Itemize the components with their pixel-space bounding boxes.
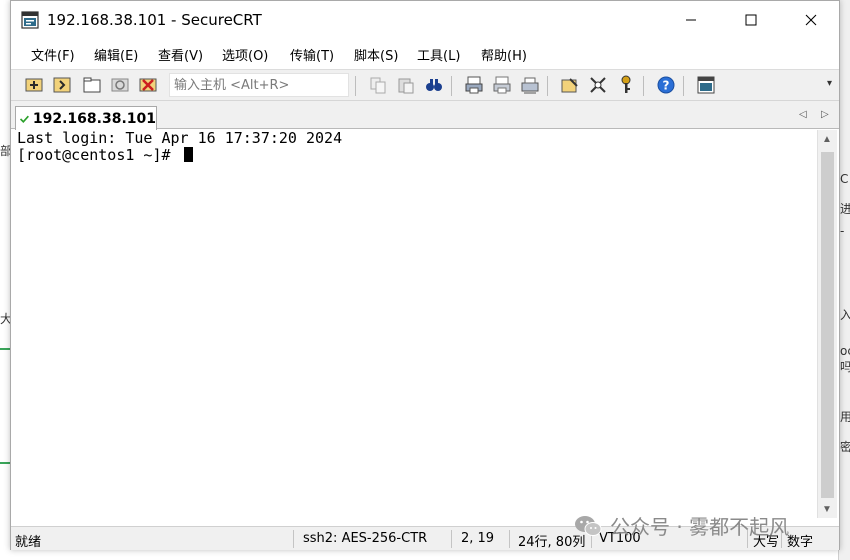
session-tab-label: 192.168.38.101 — [32, 110, 156, 127]
wechat-icon — [575, 515, 602, 536]
reconnect-button[interactable] — [109, 74, 131, 96]
connect-button[interactable] — [23, 74, 45, 96]
connect-tab-button[interactable] — [81, 74, 103, 96]
background-text: 用 — [840, 410, 850, 424]
tab-scroll-right-icon[interactable]: ▷ — [821, 109, 829, 120]
session-options-icon — [561, 78, 578, 93]
menu-transfer[interactable]: 传输(T) — [290, 45, 334, 64]
disconnect-button[interactable] — [137, 74, 159, 96]
toolbar-separator — [355, 76, 356, 96]
print-button[interactable] — [463, 74, 485, 96]
terminal-cursor — [183, 147, 193, 162]
key-button[interactable] — [615, 74, 637, 96]
status-num-lock: 数字 — [787, 535, 814, 550]
close-button[interactable] — [791, 5, 831, 35]
about-button[interactable] — [695, 74, 717, 96]
print-setup-button[interactable] — [519, 74, 541, 96]
watermark: 公众号 · 雾都不起风 — [574, 511, 789, 540]
toolbar-separator — [683, 76, 684, 96]
background-window-left: 部 大 — [0, 0, 12, 560]
terminal-line: Last login: Tue Apr 16 17:37:20 2024 — [17, 130, 342, 147]
securecrt-app-icon — [21, 11, 39, 29]
maximize-button[interactable] — [731, 5, 771, 35]
print-icon — [465, 76, 483, 94]
toolbar-separator — [643, 76, 644, 96]
menu-options[interactable]: 选项(O) — [222, 45, 268, 64]
quick-connect-button[interactable] — [51, 74, 73, 96]
screen: 部 大 C 进 - 入 oc 吗 用 密 192.168.38.101 - Se… — [0, 0, 850, 560]
connected-check-icon — [20, 115, 29, 123]
status-ready: 就绪 — [15, 535, 42, 550]
host-input[interactable] — [169, 73, 349, 97]
terminal-screen[interactable]: Last login: Tue Apr 16 17:37:20 2024 [ro… — [13, 130, 817, 518]
background-text: 入 — [840, 308, 850, 322]
tab-scroll-left-icon[interactable]: ◁ — [799, 109, 807, 120]
print-selection-icon — [493, 76, 511, 94]
background-divider — [0, 348, 10, 350]
scrollbar-thumb[interactable] — [821, 152, 834, 498]
disconnect-icon — [139, 78, 157, 92]
menu-file[interactable]: 文件(F) — [31, 45, 75, 64]
paste-icon — [398, 78, 414, 94]
help-icon: ? — [657, 76, 675, 94]
toolbar-overflow-icon[interactable]: ▾ — [827, 78, 832, 89]
copy-icon — [370, 77, 386, 94]
terminal-line: [root@centos1 ~]# — [17, 147, 193, 164]
find-button[interactable] — [423, 74, 445, 96]
quick-connect-icon — [53, 77, 71, 93]
copy-button[interactable] — [367, 74, 389, 96]
reconnect-icon — [111, 78, 129, 92]
global-options-button[interactable] — [587, 74, 609, 96]
toolbar-separator — [451, 76, 452, 96]
global-options-icon — [590, 77, 606, 93]
menu-script[interactable]: 脚本(S) — [354, 45, 398, 64]
key-icon — [621, 75, 631, 93]
background-text: 进 — [840, 202, 850, 216]
help-button[interactable]: ? — [655, 74, 677, 96]
toolbar-separator — [547, 76, 548, 96]
status-separator — [451, 530, 452, 548]
window-title: 192.168.38.101 - SecureCRT — [47, 11, 262, 29]
session-tab-bar: 192.168.38.101 ◁ ▷ — [11, 101, 839, 130]
status-cursor-position: 2, 19 — [461, 531, 495, 546]
title-bar[interactable]: 192.168.38.101 - SecureCRT — [11, 1, 839, 39]
maximize-icon — [745, 14, 757, 26]
menu-bar: 文件(F) 编辑(E) 查看(V) 选项(O) 传输(T) 脚本(S) 工具(L… — [11, 39, 839, 69]
background-text: 吗 — [840, 360, 850, 374]
status-separator — [509, 530, 510, 548]
scroll-up-arrow-icon[interactable]: ▲ — [822, 134, 832, 145]
background-text: C — [840, 172, 849, 186]
menu-view[interactable]: 查看(V) — [158, 45, 203, 64]
status-cipher: ssh2: AES-256-CTR — [303, 531, 428, 546]
background-text: - — [840, 224, 845, 238]
vertical-scrollbar[interactable]: ▲ ▼ — [817, 130, 837, 518]
toolbar: ? ▾ — [11, 69, 839, 101]
connect-icon — [25, 78, 43, 92]
securecrt-window: 192.168.38.101 - SecureCRT 文件(F) 编辑(E) 查… — [10, 0, 840, 550]
svg-text:?: ? — [663, 79, 670, 93]
close-icon — [805, 14, 817, 26]
menu-help[interactable]: 帮助(H) — [481, 45, 527, 64]
terminal-line-text: Last login: Tue Apr 16 17:37:20 2024 — [17, 129, 343, 147]
background-divider — [0, 462, 10, 464]
scroll-down-arrow-icon[interactable]: ▼ — [822, 504, 832, 515]
watermark-text: 公众号 · 雾都不起风 — [610, 515, 790, 539]
session-options-button[interactable] — [559, 74, 581, 96]
print-setup-icon — [521, 77, 539, 94]
session-tab[interactable]: 192.168.38.101 — [15, 106, 157, 130]
minimize-icon — [686, 19, 696, 21]
find-icon — [426, 79, 442, 91]
about-icon — [697, 76, 715, 94]
print-selection-button[interactable] — [491, 74, 513, 96]
menu-edit[interactable]: 编辑(E) — [94, 45, 138, 64]
connect-tab-icon — [83, 77, 101, 93]
background-text: 密 — [840, 440, 850, 454]
minimize-button[interactable] — [671, 5, 711, 35]
background-text: oc — [840, 344, 850, 358]
paste-button[interactable] — [395, 74, 417, 96]
shell-prompt: [root@centos1 ~]# — [17, 146, 180, 164]
status-separator — [293, 530, 294, 548]
menu-tools[interactable]: 工具(L) — [417, 45, 460, 64]
